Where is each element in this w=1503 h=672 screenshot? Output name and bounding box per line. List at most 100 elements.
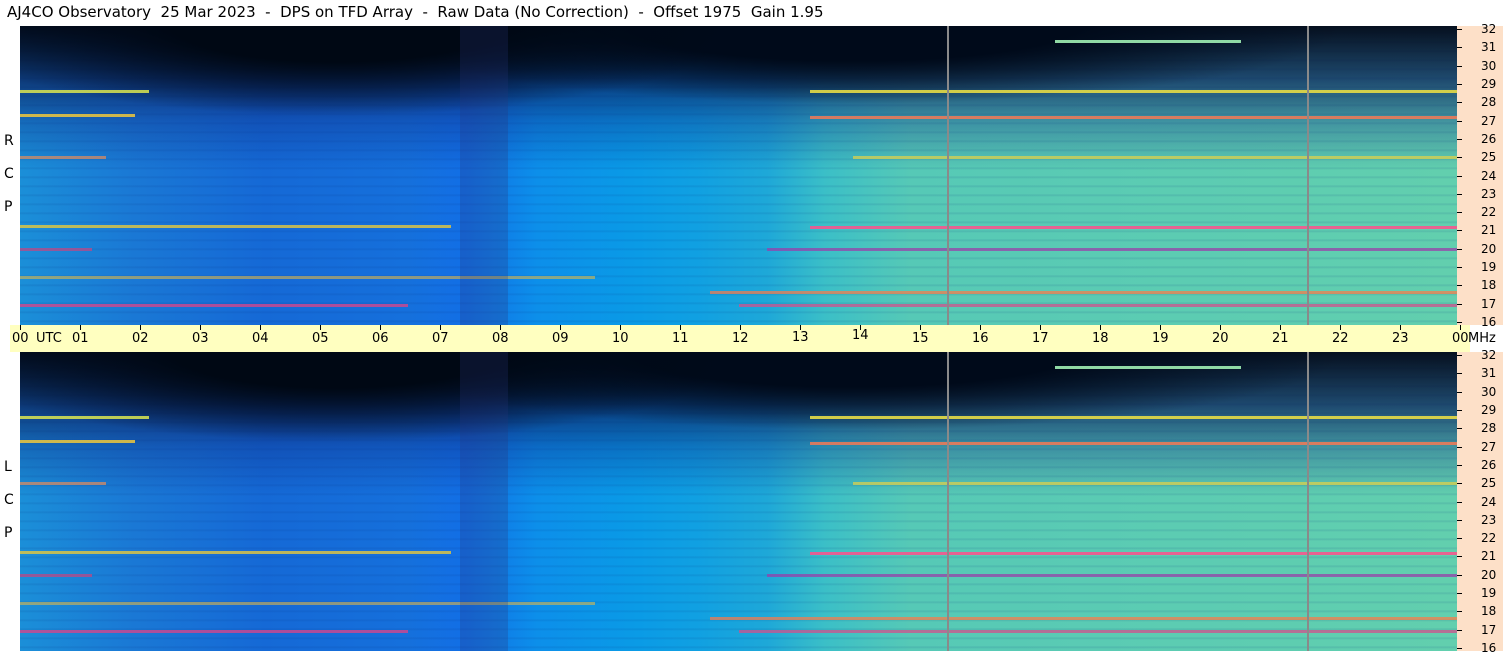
freq-label: 28: [1481, 421, 1497, 436]
freq-tick: [1457, 428, 1462, 430]
freq-label: 19: [1481, 260, 1497, 275]
spectral-band: [810, 226, 1457, 229]
time-tick: [200, 325, 201, 330]
freq-tick: [1457, 373, 1462, 375]
freq-label: 18: [1481, 604, 1497, 619]
freq-tick: [1457, 29, 1462, 30]
spectral-band: [709, 291, 1457, 294]
freq-tick: [1457, 230, 1462, 232]
spectral-band: [810, 442, 1457, 445]
time-tick: [1340, 325, 1341, 330]
freq-tick: [1457, 611, 1462, 613]
freq-tick: [1457, 593, 1462, 595]
freq-label: 29: [1481, 76, 1497, 91]
spectral-band: [20, 482, 107, 485]
time-tick: [260, 325, 261, 330]
freq-label: 31: [1481, 366, 1497, 381]
spectral-band: [20, 304, 408, 307]
rcp-label-r: R: [4, 133, 14, 149]
freq-label: 30: [1481, 384, 1497, 399]
freq-tick: [1457, 538, 1462, 540]
time-tick: [920, 325, 921, 330]
spectral-band: [20, 248, 92, 251]
spectrogram-bands: [20, 352, 1457, 651]
freq-label: 16: [1481, 315, 1497, 329]
freq-tick: [1457, 556, 1462, 558]
spectral-band: [20, 440, 135, 443]
time-tick: [440, 325, 441, 330]
time-tick: [80, 325, 81, 330]
time-label: 15: [912, 331, 929, 346]
freq-tick: [1457, 138, 1462, 140]
freq-tick: [1457, 248, 1462, 250]
spectral-band: [1054, 40, 1242, 43]
lcp-frequency-axis: 32 31 30 29 28 27 26 25 24 23 22 21 20 19 18 17 16: [1457, 348, 1503, 655]
freq-label: 27: [1481, 439, 1497, 454]
freq-label: 17: [1481, 296, 1497, 311]
time-label: 18: [1092, 331, 1109, 346]
lcp-label-l: L: [4, 459, 12, 475]
freq-tick: [1457, 267, 1462, 269]
spectrogram-interference-column: [460, 26, 508, 325]
freq-tick: [1457, 355, 1462, 356]
spectral-band: [20, 276, 595, 279]
freq-tick: [1457, 65, 1462, 67]
spectral-band: [738, 304, 1457, 307]
freq-tick: [1457, 391, 1462, 393]
freq-label: 23: [1481, 512, 1497, 527]
freq-label: 20: [1481, 241, 1497, 256]
time-tick: [1280, 325, 1281, 330]
freq-label: 32: [1481, 348, 1497, 362]
freq-label: 16: [1481, 641, 1497, 655]
marker-line-2: [1307, 26, 1309, 325]
freq-label: 24: [1481, 494, 1497, 509]
freq-label: 22: [1481, 531, 1497, 546]
freq-label: 21: [1481, 549, 1497, 564]
lcp-spectrogram: [20, 352, 1457, 651]
freq-tick: [1457, 157, 1462, 159]
spectral-band: [738, 630, 1457, 633]
time-label: 06: [372, 331, 389, 346]
time-tick: [740, 325, 741, 330]
freq-label: 20: [1481, 567, 1497, 582]
chart-title: AJ4CO Observatory 25 Mar 2023 - DPS on T…: [7, 3, 824, 21]
freq-tick: [1457, 519, 1462, 521]
freq-label: 21: [1481, 223, 1497, 238]
time-label: 09: [552, 331, 569, 346]
time-label: 10: [612, 331, 629, 346]
marker-line-1: [947, 26, 949, 325]
time-tick: [1100, 325, 1101, 330]
spectral-band: [709, 617, 1457, 620]
spectrogram-interference-column: [460, 352, 508, 651]
freq-tick: [1457, 193, 1462, 195]
freq-tick: [1457, 446, 1462, 448]
time-tick: [1400, 325, 1401, 330]
freq-tick: [1457, 175, 1462, 177]
time-label: 00: [1452, 331, 1469, 346]
time-tick: [380, 325, 381, 330]
time-tick: [1040, 325, 1041, 330]
time-label: 16: [972, 331, 989, 346]
time-label: 13: [792, 330, 809, 345]
spectrogram-bands: [20, 26, 1457, 325]
time-label: 07: [432, 331, 449, 346]
freq-tick: [1457, 648, 1462, 649]
freq-label: 25: [1481, 476, 1497, 491]
spectral-band: [767, 574, 1457, 577]
freq-tick: [1457, 285, 1462, 287]
time-tick: [980, 325, 981, 330]
spectral-band: [767, 248, 1457, 251]
spectral-band: [20, 574, 92, 577]
freq-label: 26: [1481, 131, 1497, 146]
rcp-label-p: P: [4, 199, 13, 215]
freq-tick: [1457, 120, 1462, 122]
time-label: 08: [492, 331, 509, 346]
time-label: 02: [132, 331, 149, 346]
freq-label: 18: [1481, 278, 1497, 293]
spectral-band: [810, 416, 1457, 419]
freq-tick: [1457, 501, 1462, 503]
freq-tick: [1457, 83, 1462, 85]
freq-label: 31: [1481, 40, 1497, 55]
time-tick: [1160, 325, 1161, 330]
freq-tick: [1457, 464, 1462, 466]
